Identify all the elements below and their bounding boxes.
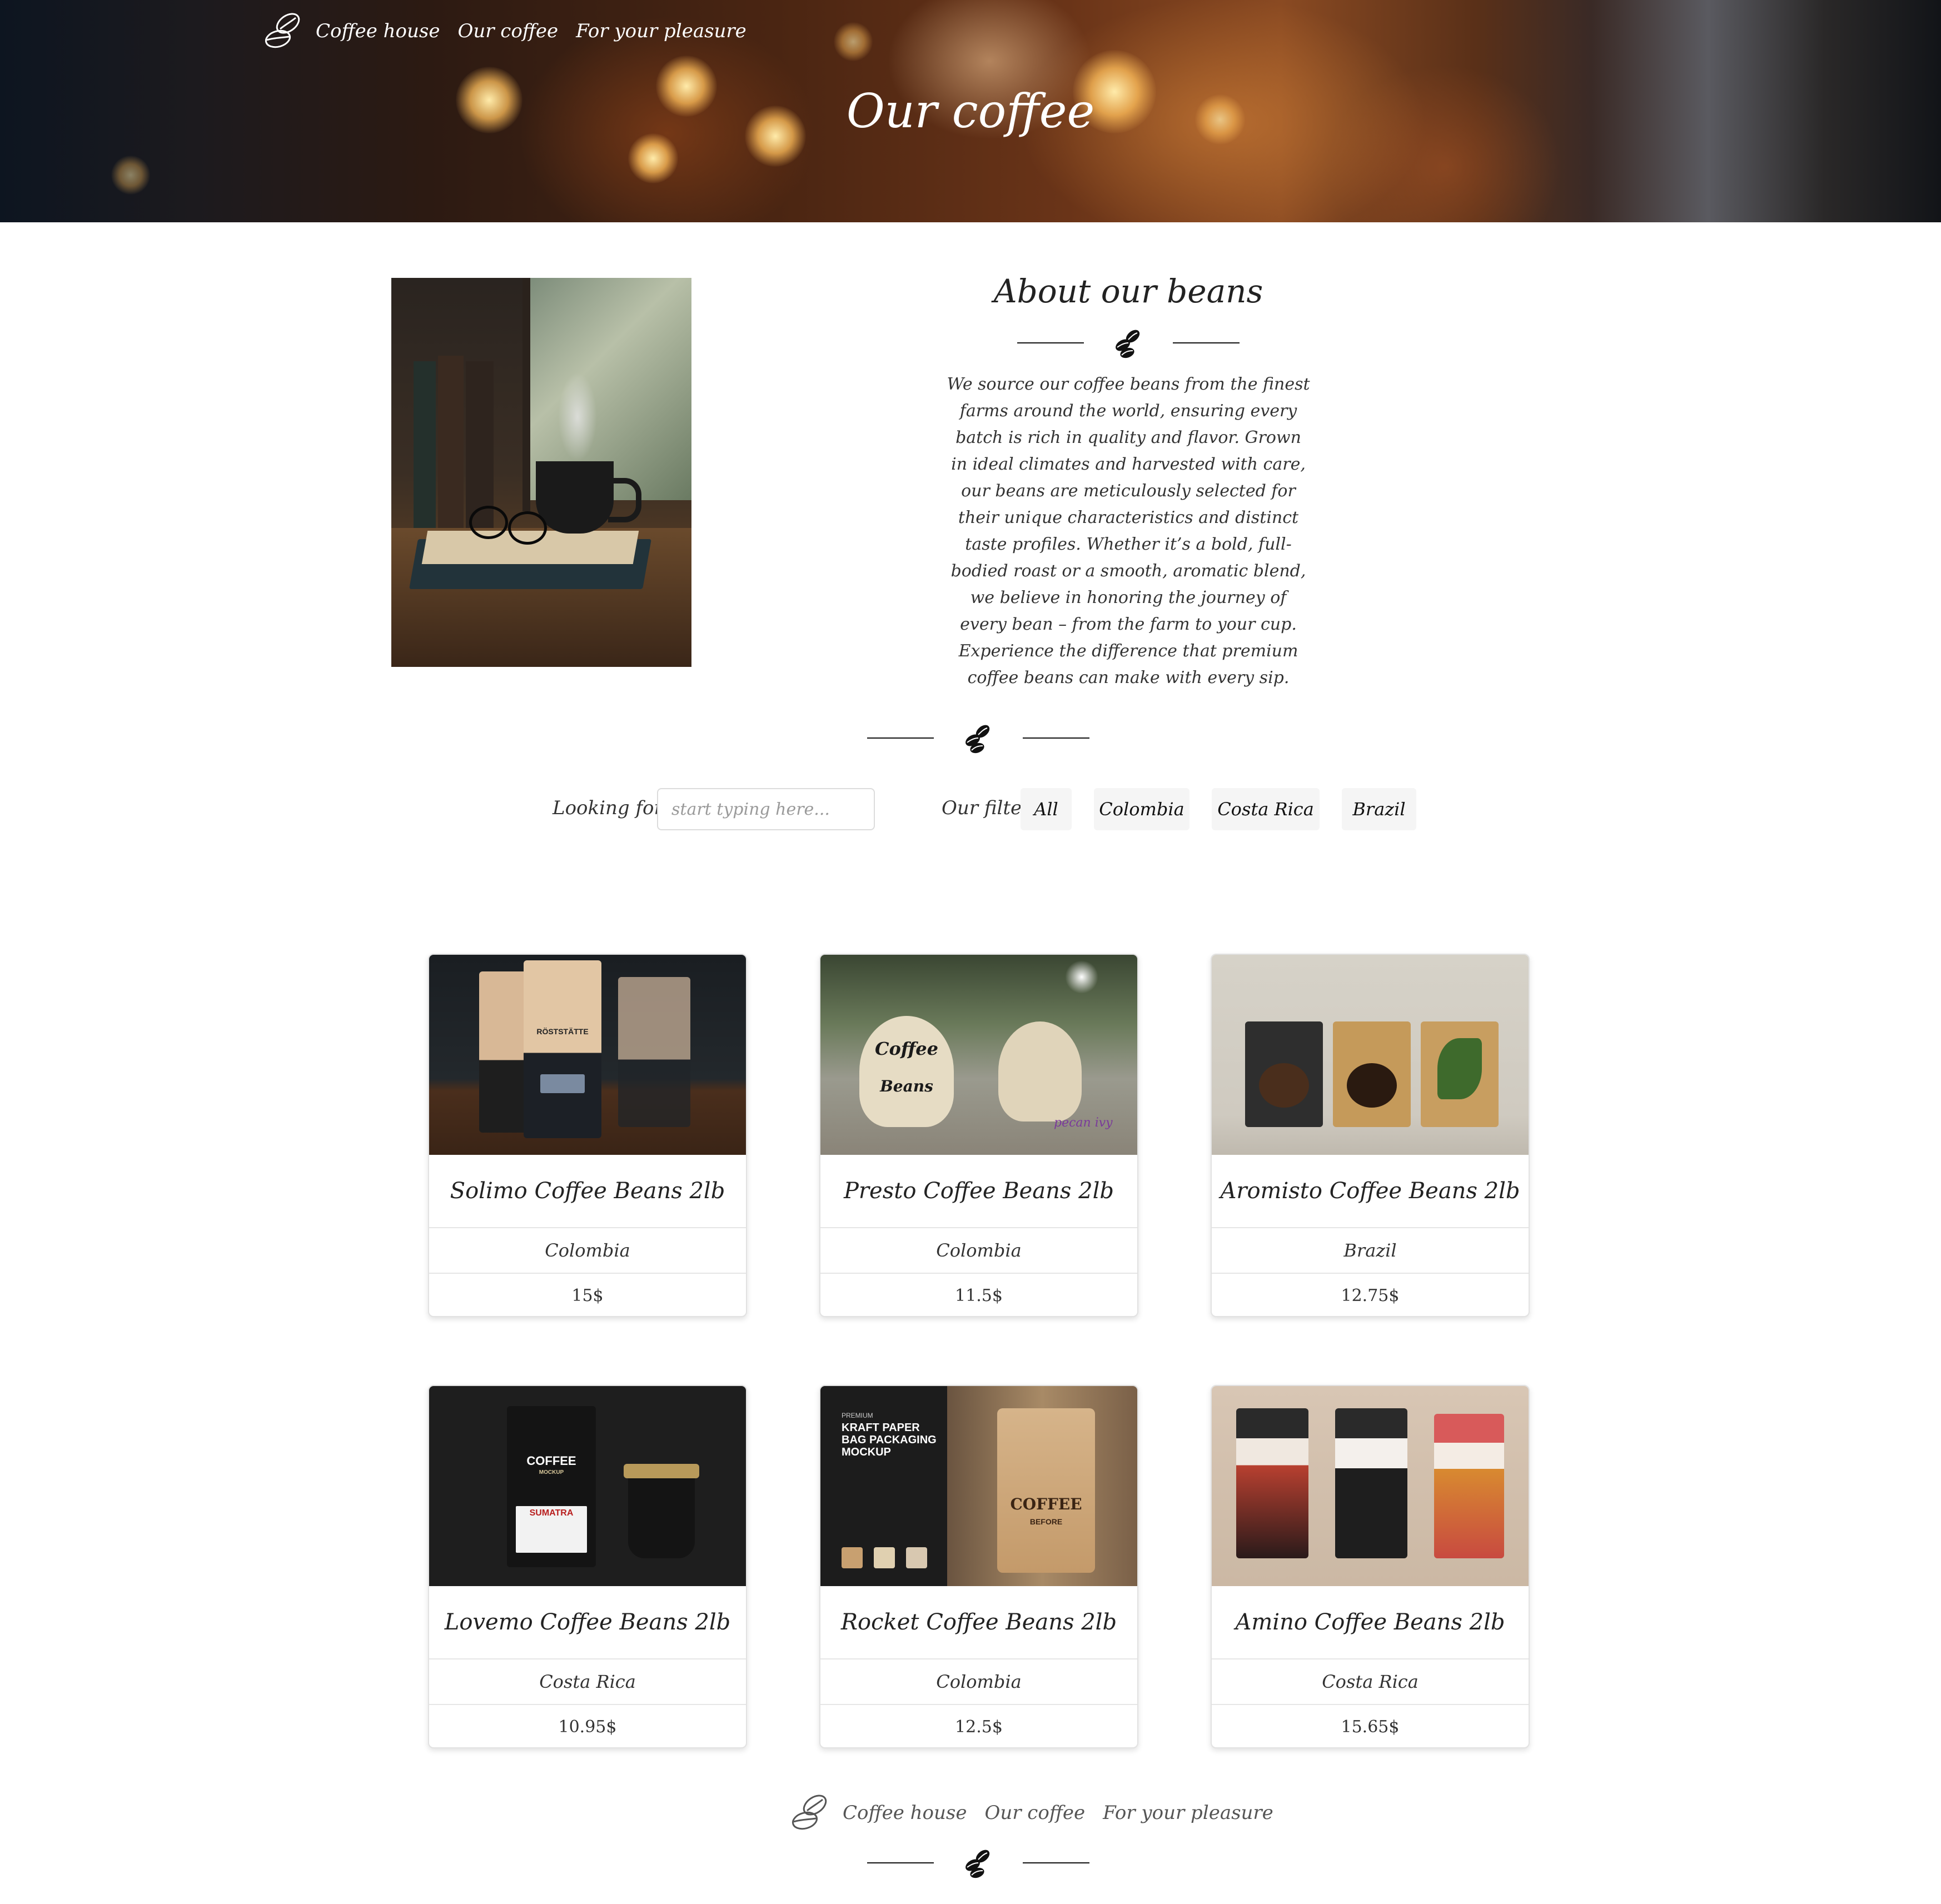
product-image: [1212, 955, 1529, 1155]
footer-divider: [867, 1846, 1089, 1880]
filter-colombia-button[interactable]: Colombia: [1094, 788, 1190, 830]
footer-nav: Coffee house Our coffee For your pleasur…: [788, 1791, 1291, 1835]
nav-link-coffee-house[interactable]: Coffee house: [316, 20, 440, 42]
page-title: Our coffee: [846, 84, 1095, 138]
top-nav: Coffee house Our coffee For your pleasur…: [261, 9, 764, 53]
product-name: Aromisto Coffee Beans 2lb: [1212, 1155, 1529, 1228]
product-price: 12.75$: [1341, 1285, 1400, 1305]
search-label: Looking for: [553, 797, 663, 819]
product-country: Brazil: [1212, 1228, 1529, 1274]
filter-brazil-button[interactable]: Brazil: [1342, 788, 1416, 830]
filter-label: Our filter: [942, 797, 1031, 819]
about-description: We source our coffee beans from the fine…: [947, 375, 1310, 687]
footer-link-coffee-house[interactable]: Coffee house: [843, 1802, 967, 1824]
coffee-beans-logo-icon[interactable]: [261, 9, 306, 53]
product-image: [1212, 1386, 1529, 1586]
product-country: Colombia: [820, 1228, 1137, 1274]
product-card[interactable]: Amino Coffee Beans 2lb Costa Rica 15.65$: [1211, 1385, 1530, 1748]
product-name: Amino Coffee Beans 2lb: [1212, 1586, 1529, 1659]
section-divider: [867, 721, 1089, 755]
product-image: RÖSTSTÄTTE: [429, 955, 746, 1155]
product-card[interactable]: Aromisto Coffee Beans 2lb Brazil 12.75$: [1211, 954, 1530, 1317]
product-price: 15.65$: [1341, 1717, 1400, 1737]
product-country: Costa Rica: [429, 1659, 746, 1705]
about-divider: [1017, 326, 1240, 360]
product-card[interactable]: Coffee Beans pecan ivy Presto Coffee Bea…: [819, 954, 1138, 1317]
product-price: 11.5$: [955, 1285, 1003, 1305]
search-input[interactable]: [657, 788, 875, 830]
hero-banner: Coffee house Our coffee For your pleasur…: [0, 0, 1941, 222]
product-image: PREMIUM KRAFT PAPER BAG PACKAGING MOCKUP…: [820, 1386, 1137, 1586]
product-price: 10.95$: [558, 1717, 617, 1737]
coffee-beans-icon: [962, 1846, 995, 1880]
coffee-beans-icon: [1112, 326, 1145, 360]
filter-all-button[interactable]: All: [1021, 788, 1072, 830]
product-name: Rocket Coffee Beans 2lb: [820, 1586, 1137, 1659]
product-card[interactable]: RÖSTSTÄTTE Solimo Coffee Beans 2lb Colom…: [428, 954, 747, 1317]
product-country: Costa Rica: [1212, 1659, 1529, 1705]
product-name: Lovemo Coffee Beans 2lb: [429, 1586, 746, 1659]
coffee-beans-logo-icon[interactable]: [788, 1791, 833, 1835]
product-image: Coffee Beans pecan ivy: [820, 955, 1137, 1155]
product-country: Colombia: [429, 1228, 746, 1274]
filter-costa-rica-button[interactable]: Costa Rica: [1212, 788, 1320, 830]
product-price: 15$: [571, 1285, 604, 1305]
footer-link-our-coffee[interactable]: Our coffee: [984, 1802, 1085, 1824]
product-image: COFFEE MOCKUP SUMATRA: [429, 1386, 746, 1586]
product-card[interactable]: PREMIUM KRAFT PAPER BAG PACKAGING MOCKUP…: [819, 1385, 1138, 1748]
product-price: 12.5$: [955, 1717, 1003, 1737]
product-country: Colombia: [820, 1659, 1137, 1705]
nav-link-our-coffee[interactable]: Our coffee: [457, 20, 558, 42]
product-name: Presto Coffee Beans 2lb: [820, 1155, 1137, 1228]
coffee-cup-photo: [391, 278, 691, 667]
nav-link-for-your-pleasure[interactable]: For your pleasure: [576, 20, 746, 42]
product-card[interactable]: COFFEE MOCKUP SUMATRA Lovemo Coffee Bean…: [428, 1385, 747, 1748]
product-name: Solimo Coffee Beans 2lb: [429, 1155, 746, 1228]
footer-link-for-your-pleasure[interactable]: For your pleasure: [1103, 1802, 1273, 1824]
coffee-beans-icon: [962, 721, 995, 755]
about-title: About our beans: [993, 272, 1263, 310]
